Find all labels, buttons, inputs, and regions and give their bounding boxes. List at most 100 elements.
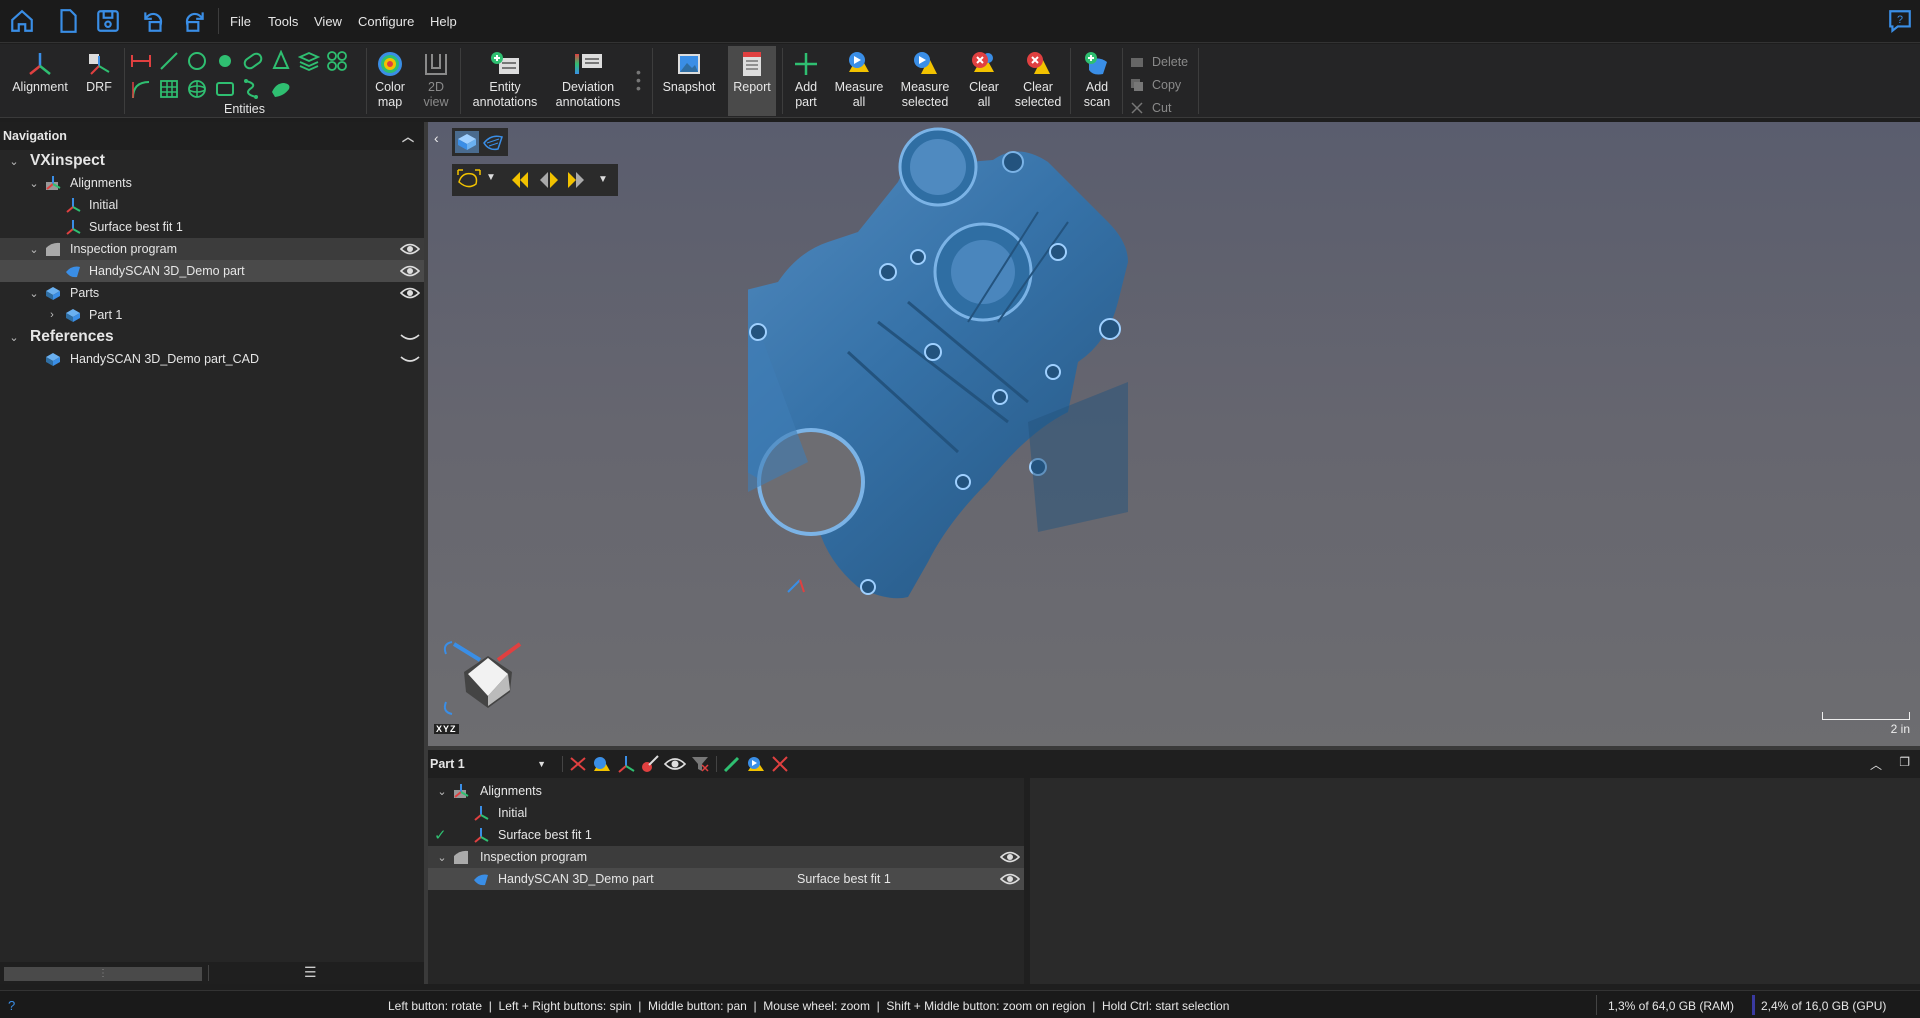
tree-item-references[interactable]: ⌄ References (0, 326, 424, 348)
surface-icon[interactable] (270, 78, 292, 100)
clear-all-button[interactable]: Clear all (964, 46, 1004, 116)
color-brush-icon[interactable] (640, 755, 660, 773)
cone-icon[interactable] (270, 50, 292, 72)
hidden-eye-icon[interactable] (400, 330, 420, 344)
part-selector[interactable]: Part 1 ▼ (430, 754, 550, 774)
menu-configure[interactable]: Configure (358, 14, 414, 29)
point-icon[interactable] (214, 50, 236, 72)
new-file-icon[interactable] (54, 7, 82, 35)
add-part-button[interactable]: Add part (788, 46, 824, 116)
redo-icon[interactable] (180, 7, 208, 35)
restore-window-icon[interactable]: ❐ (1899, 755, 1910, 769)
chevron-right-icon[interactable]: › (46, 309, 58, 321)
solid-view-icon[interactable] (455, 131, 479, 153)
delete-button[interactable]: Delete (1130, 53, 1188, 71)
collapse-left-icon[interactable]: ‹ (434, 130, 439, 146)
tree-item-demo-part[interactable]: HandySCAN 3D_Demo part (0, 260, 424, 282)
report-button[interactable]: Report (728, 46, 776, 116)
chevron-down-icon[interactable]: ⌄ (8, 155, 20, 168)
fit-view-icon[interactable] (456, 168, 482, 192)
line-icon[interactable] (158, 50, 180, 72)
eye-icon[interactable] (400, 242, 420, 256)
curve-icon[interactable] (130, 78, 152, 100)
axis-icon[interactable] (616, 755, 636, 773)
filter-icon[interactable] (690, 755, 710, 773)
rectangle-icon[interactable] (214, 78, 236, 100)
tree-item-parts[interactable]: ⌄ Parts (0, 282, 424, 304)
previous-view-icon[interactable] (508, 168, 532, 192)
copy-button[interactable]: Copy (1130, 76, 1181, 94)
status-help-icon[interactable]: ? (8, 998, 15, 1013)
next-view-icon[interactable] (564, 168, 588, 192)
part-tree-demo-part[interactable]: HandySCAN 3D_Demo part Surface best fit … (428, 868, 1024, 890)
tree-item-vxinspect[interactable]: ⌄ VXinspect (0, 150, 424, 172)
3d-viewport[interactable]: ‹ ▼ ▼ XYZ 2 in (428, 122, 1920, 746)
chevron-down-icon[interactable]: ⌄ (436, 851, 448, 864)
part-tree-initial[interactable]: Initial (428, 802, 1024, 824)
chevron-down-icon[interactable]: ⌄ (28, 287, 40, 300)
menu-file[interactable]: File (230, 14, 251, 29)
measure-icon[interactable] (746, 755, 766, 773)
more-options-icon[interactable]: • • • (636, 65, 642, 95)
shapes-icon[interactable] (592, 755, 612, 773)
tree-item-alignments[interactable]: ⌄ Alignments (0, 172, 424, 194)
close-icon[interactable] (770, 755, 790, 773)
tree-item-initial[interactable]: Initial (0, 194, 424, 216)
help-chat-icon[interactable]: ? (1886, 7, 1914, 35)
planes-icon[interactable] (298, 50, 320, 72)
chevron-down-icon[interactable]: ⌄ (8, 331, 20, 344)
polyline-icon[interactable] (242, 78, 264, 100)
undo-icon[interactable] (140, 7, 168, 35)
collapse-up-icon[interactable]: ︿ (402, 128, 414, 145)
menu-help[interactable]: Help (430, 14, 457, 29)
grid-icon[interactable] (158, 78, 180, 100)
distance-icon[interactable] (130, 50, 152, 72)
snapshot-button[interactable]: Snapshot (660, 46, 718, 116)
measure-selected-button[interactable]: Measure selected (894, 46, 956, 116)
chevron-down-icon[interactable]: ⌄ (436, 785, 448, 798)
menu-view[interactable]: View (314, 14, 342, 29)
menu-tools[interactable]: Tools (268, 14, 298, 29)
part-tree-surface-best-fit[interactable]: ✓ Surface best fit 1 (428, 824, 1024, 846)
deviation-annotations-button[interactable]: Deviation annotations (550, 46, 626, 116)
chevron-down-icon[interactable]: ▼ (486, 172, 496, 183)
list-view-icon[interactable]: ☰ (304, 964, 317, 981)
part-3d-model[interactable] (748, 122, 1488, 732)
reverse-view-icon[interactable] (536, 168, 560, 192)
color-map-button[interactable]: Color map (370, 46, 410, 116)
part-tree-inspection-program[interactable]: ⌄ Inspection program (428, 846, 1024, 868)
scan-view-icon[interactable] (481, 131, 505, 153)
visibility-icon[interactable] (664, 755, 686, 773)
tree-item-surface-best-fit[interactable]: Surface best fit 1 (0, 216, 424, 238)
part-tree-alignments[interactable]: ⌄ Alignments (428, 780, 1024, 802)
remove-alignment-icon[interactable] (568, 755, 588, 773)
eye-icon[interactable] (400, 286, 420, 300)
measure-all-button[interactable]: Measure all (832, 46, 886, 116)
tree-item-inspection-program[interactable]: ⌄ Inspection program (0, 238, 424, 260)
entity-annotations-button[interactable]: Entity annotations (468, 46, 542, 116)
circle-icon[interactable] (186, 50, 208, 72)
hidden-eye-icon[interactable] (400, 352, 420, 366)
chevron-down-icon[interactable]: ⌄ (28, 177, 40, 190)
multiple-circles-icon[interactable] (326, 50, 348, 72)
slot-icon[interactable] (242, 50, 264, 72)
drf-button[interactable]: DRF (80, 46, 118, 116)
tree-item-part1[interactable]: › Part 1 (0, 304, 424, 326)
orientation-gizmo[interactable]: XYZ (432, 632, 542, 742)
eye-icon[interactable] (1000, 872, 1020, 886)
chevron-down-icon[interactable]: ▼ (598, 174, 608, 185)
tree-item-cad[interactable]: HandySCAN 3D_Demo part_CAD (0, 348, 424, 370)
eye-icon[interactable] (1000, 850, 1020, 864)
add-scan-button[interactable]: Add scan (1078, 46, 1116, 116)
eye-icon[interactable] (400, 264, 420, 278)
edit-icon[interactable] (722, 755, 742, 773)
2d-view-button[interactable]: 2D view (418, 46, 454, 116)
chevron-down-icon[interactable]: ⌄ (28, 243, 40, 256)
horizontal-scrollbar[interactable]: ⋮ (4, 967, 202, 981)
home-icon[interactable] (8, 7, 36, 35)
clear-selected-button[interactable]: Clear selected (1012, 46, 1064, 116)
sphere-icon[interactable] (186, 78, 208, 100)
alignment-button[interactable]: Alignment (8, 46, 72, 116)
save-icon[interactable] (94, 7, 122, 35)
cut-button[interactable]: Cut (1130, 99, 1171, 117)
